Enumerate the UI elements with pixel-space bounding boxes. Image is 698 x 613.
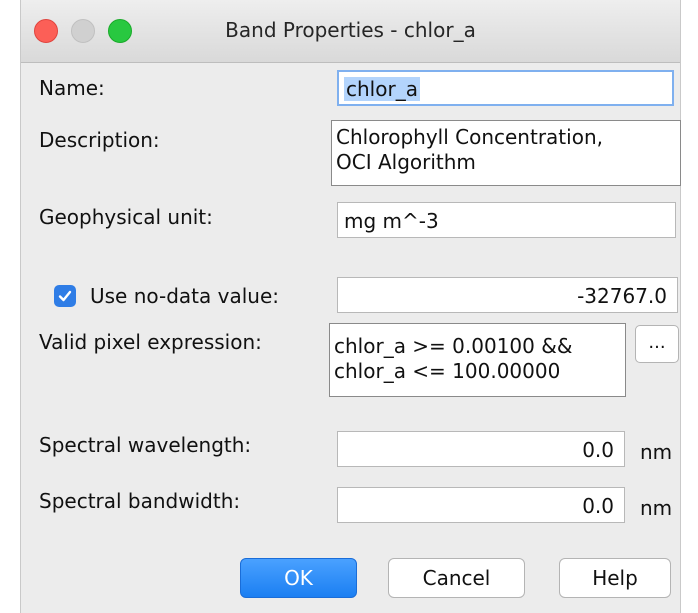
name-field[interactable]: chlor_a xyxy=(337,70,674,106)
cancel-button[interactable]: Cancel xyxy=(388,558,525,598)
spectral-wavelength-field[interactable]: 0.0 xyxy=(337,431,625,467)
spectral-bandwidth-field[interactable]: 0.0 xyxy=(337,487,625,523)
spectral-bandwidth-label: Spectral bandwidth: xyxy=(39,489,241,513)
no-data-value-field[interactable]: -32767.0 xyxy=(337,277,678,313)
ok-button[interactable]: OK xyxy=(240,558,357,598)
valid-pixel-expression-label: Valid pixel expression: xyxy=(39,330,262,354)
edit-expression-button[interactable]: ... xyxy=(635,325,679,363)
no-data-checkbox[interactable] xyxy=(54,285,76,307)
spectral-wavelength-label: Spectral wavelength: xyxy=(39,433,252,457)
description-label: Description: xyxy=(39,128,160,152)
window-title: Band Properties - chlor_a xyxy=(225,18,476,42)
title-bar[interactable]: Band Properties - chlor_a xyxy=(21,0,680,63)
no-data-label: Use no-data value: xyxy=(90,284,279,308)
spectral-bandwidth-unit: nm xyxy=(640,496,673,520)
help-button[interactable]: Help xyxy=(559,558,671,598)
band-properties-dialog: Band Properties - chlor_a Name: chlor_a … xyxy=(20,0,681,613)
spectral-wavelength-unit: nm xyxy=(640,440,673,464)
description-field[interactable]: Chlorophyll Concentration, OCI Algorithm xyxy=(331,120,681,186)
valid-pixel-expression-field[interactable]: chlor_a >= 0.00100 && chlor_a <= 100.000… xyxy=(329,323,626,397)
name-label: Name: xyxy=(39,76,105,100)
geophysical-unit-field[interactable]: mg m^-3 xyxy=(337,202,676,238)
name-value: chlor_a xyxy=(344,77,420,101)
geophysical-unit-label: Geophysical unit: xyxy=(39,205,213,229)
checkmark-icon xyxy=(58,290,72,302)
